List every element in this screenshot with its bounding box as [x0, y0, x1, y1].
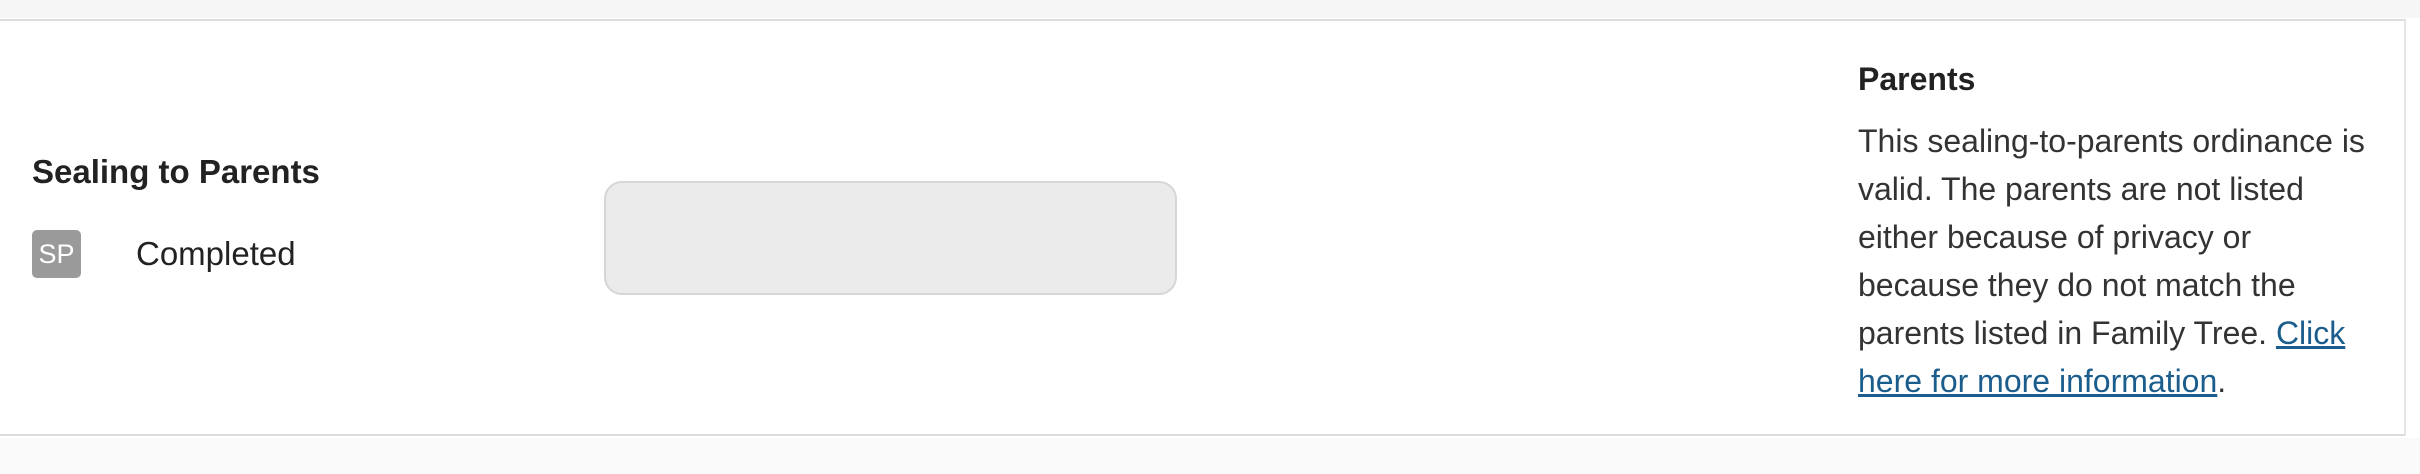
info-title: Parents — [1858, 61, 1976, 97]
bottom-background — [0, 438, 2420, 474]
ordinance-status: Completed — [136, 235, 296, 272]
info-trailing-period: . — [2217, 363, 2227, 399]
ordinance-title: Sealing to Parents — [32, 153, 320, 190]
ordinance-type-badge: SP — [32, 230, 81, 278]
ordinance-date-placeholder — [604, 181, 1177, 295]
info-description: This sealing-to-parents ordinance is val… — [1858, 117, 2378, 405]
top-background — [0, 0, 2420, 18]
